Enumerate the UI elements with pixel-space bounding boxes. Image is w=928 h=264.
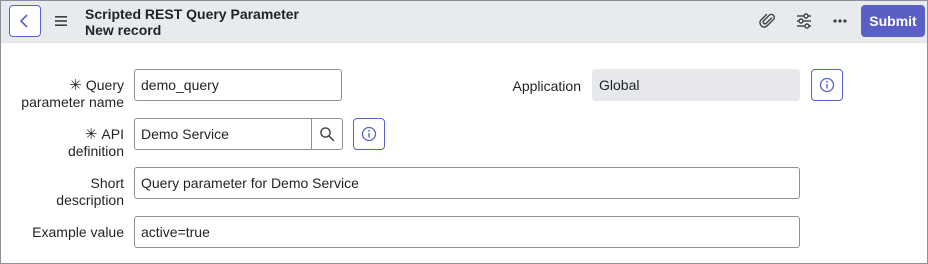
query-parameter-name-input[interactable]: demo_query	[134, 69, 342, 101]
page-title: Scripted REST Query Parameter	[85, 6, 299, 22]
form-title: Scripted REST Query Parameter New record	[85, 6, 299, 38]
query-parameter-name-label: ✳ Query parameter name	[21, 77, 124, 110]
info-icon	[819, 77, 835, 93]
page-subtitle: New record	[85, 22, 162, 38]
application-label: Application	[512, 78, 582, 94]
sliders-icon	[797, 13, 811, 29]
api-definition-lookup-button[interactable]	[311, 118, 343, 150]
application-info-button[interactable]	[811, 69, 843, 101]
hamburger-menu-icon[interactable]	[53, 13, 69, 29]
short-description-input[interactable]: Query parameter for Demo Service	[134, 167, 800, 199]
api-definition-input[interactable]: Demo Service	[134, 118, 312, 150]
required-marker-icon: ✳	[69, 77, 82, 94]
chevron-left-icon	[19, 14, 28, 28]
form-header: Scripted REST Query Parameter New record	[1, 1, 927, 43]
api-definition-label: ✳ API definition	[67, 126, 124, 159]
example-value-label: Example value	[32, 224, 124, 240]
more-options-button[interactable]	[830, 11, 850, 31]
search-icon	[320, 127, 335, 142]
back-button[interactable]	[9, 5, 41, 37]
personalize-form-button[interactable]	[794, 11, 814, 31]
example-value-input[interactable]: active=true	[134, 216, 800, 248]
form-window: Scripted REST Query Parameter New record	[0, 0, 928, 264]
short-description-label: Short description	[56, 175, 124, 208]
application-field: Global	[592, 69, 800, 101]
required-marker-icon: ✳	[84, 126, 98, 143]
api-definition-info-button[interactable]	[353, 118, 385, 150]
submit-button[interactable]: Submit	[861, 5, 925, 37]
info-icon	[361, 126, 377, 142]
attachment-button[interactable]	[758, 11, 778, 31]
paperclip-icon	[759, 13, 775, 28]
more-icon	[833, 19, 847, 23]
